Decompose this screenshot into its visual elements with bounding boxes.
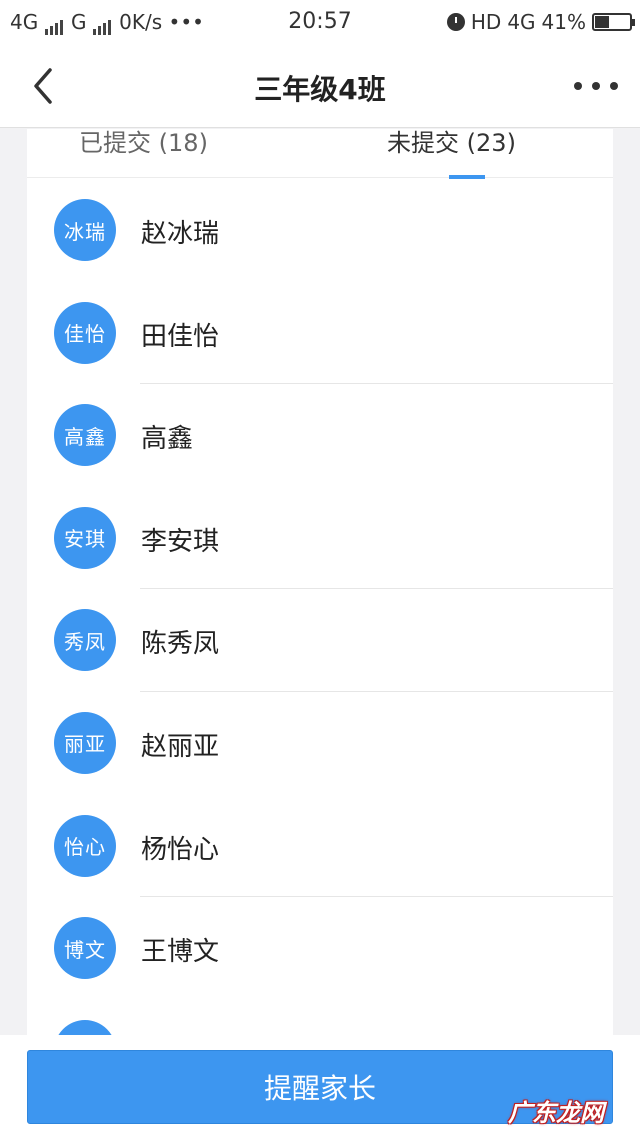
student-name: 陈秀凤	[141, 629, 220, 660]
tab-bar: 已提交 (18) 未提交 (23)	[27, 129, 613, 179]
tab-submitted-label: 已提交 (18)	[79, 129, 208, 157]
list-item[interactable]: 秀凤 陈秀凤	[27, 589, 613, 692]
battery-percent: 41%	[541, 10, 586, 34]
student-name: 王博文	[141, 937, 220, 968]
avatar: 高鑫	[54, 404, 116, 467]
status-bar: 4G G 0K/s ••• 20:57 HD 4G 41%	[0, 0, 640, 44]
student-name: 田佳怡	[141, 321, 220, 352]
avatar: 冰瑞	[54, 199, 116, 261]
tab-not-submitted[interactable]: 未提交 (23)	[320, 129, 613, 179]
tab-not-submitted-label: 未提交 (23)	[387, 129, 516, 157]
student-name: 杨怡心	[141, 834, 220, 865]
student-list: 冰瑞 赵冰瑞 佳怡 田佳怡 高鑫 高鑫 安琪 李安琪 秀凤 陈秀凤 丽亚 赵丽亚…	[27, 179, 613, 1035]
tab-submitted[interactable]: 已提交 (18)	[27, 129, 320, 178]
more-dot-icon	[592, 82, 600, 90]
content-card: 已提交 (18) 未提交 (23) 冰瑞 赵冰瑞 佳怡 田佳怡 高鑫 高鑫 安琪…	[27, 129, 613, 1035]
net-type-label: 4G	[507, 10, 536, 34]
status-right: HD 4G 41%	[446, 10, 635, 34]
list-item[interactable]: 博文 王博文	[27, 897, 613, 1000]
list-item[interactable]	[27, 1000, 613, 1035]
alarm-icon	[446, 13, 465, 31]
more-dot-icon	[574, 82, 582, 90]
list-item[interactable]: 冰瑞 赵冰瑞	[27, 179, 613, 282]
list-item[interactable]: 安琪 李安琪	[27, 487, 613, 590]
student-name: 赵冰瑞	[141, 219, 220, 249]
list-item[interactable]: 高鑫 高鑫	[27, 384, 613, 487]
nav-bar: 三年级4班	[0, 44, 640, 128]
list-item[interactable]: 怡心 杨怡心	[27, 795, 613, 898]
list-item[interactable]: 丽亚 赵丽亚	[27, 692, 613, 795]
avatar: 丽亚	[54, 711, 116, 774]
more-button[interactable]	[574, 74, 618, 98]
avatar: 安琪	[54, 506, 116, 569]
avatar: 秀凤	[54, 609, 116, 672]
hd-label: HD	[470, 10, 502, 34]
student-name: 赵丽亚	[141, 731, 220, 762]
list-item[interactable]: 佳怡 田佳怡	[27, 282, 613, 385]
avatar: 博文	[54, 917, 116, 980]
avatar	[54, 1019, 116, 1035]
avatar: 怡心	[54, 814, 116, 877]
student-name: 李安琪	[141, 526, 220, 557]
page-title: 三年级4班	[254, 73, 386, 106]
more-dot-icon	[610, 82, 618, 90]
student-name: 高鑫	[141, 424, 194, 455]
watermark-logo: 广东龙网	[508, 1099, 604, 1127]
avatar: 佳怡	[54, 301, 116, 364]
battery-icon	[592, 13, 635, 31]
remind-parents-label: 提醒家长	[263, 1072, 376, 1105]
